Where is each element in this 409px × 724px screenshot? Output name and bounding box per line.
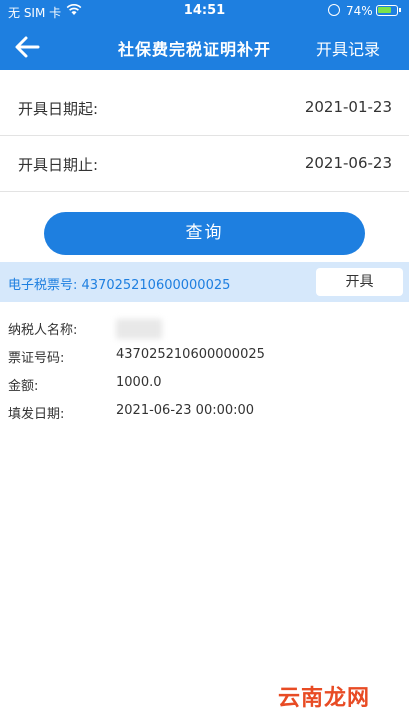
query-button[interactable]: 查询 [44, 212, 365, 255]
end-date-row[interactable]: 开具日期止: 2021-06-23 [0, 136, 409, 192]
end-date-label: 开具日期止: [18, 156, 99, 174]
battery-nub [399, 8, 401, 12]
back-arrow-icon[interactable] [10, 32, 46, 62]
ticket-number-row: 票证号码: 437025210600000025 [0, 342, 409, 368]
taxpayer-label: 纳税人名称: [8, 323, 78, 338]
issue-date-label: 填发日期: [8, 407, 65, 422]
battery-icon [376, 5, 401, 16]
start-date-label: 开具日期起: [18, 100, 99, 118]
ticket-number-label: 票证号码: [8, 351, 65, 366]
ticket-header-bar: 电子税票号: 437025210600000025 开具 [0, 262, 409, 302]
amount-value: 1000.0 [116, 375, 162, 390]
issue-button[interactable]: 开具 [316, 268, 403, 296]
end-date-value[interactable]: 2021-06-23 [305, 154, 392, 172]
issue-date-row: 填发日期: 2021-06-23 00:00:00 [0, 398, 409, 424]
ticket-number-value: 437025210600000025 [116, 347, 265, 362]
taxpayer-value-redacted [116, 319, 162, 339]
watermark: 云南龙网 [278, 686, 371, 711]
orientation-lock-icon [328, 4, 340, 16]
issue-records-link[interactable]: 开具记录 [316, 36, 380, 60]
nav-bar: 社保费完税证明补开 开具记录 [0, 24, 409, 70]
page-title: 社保费完税证明补开 [118, 40, 272, 59]
issue-date-value: 2021-06-23 00:00:00 [116, 403, 255, 418]
start-date-value[interactable]: 2021-01-23 [305, 98, 392, 116]
status-bar: 无 SIM 卡 14:51 74% [0, 0, 409, 24]
amount-row: 金额: 1000.0 [0, 370, 409, 396]
battery-fill [378, 7, 391, 13]
e-tax-ticket-number: 电子税票号: 437025210600000025 [8, 278, 231, 293]
start-date-row[interactable]: 开具日期起: 2021-01-23 [0, 80, 409, 136]
taxpayer-row: 纳税人名称: [0, 314, 409, 340]
amount-label: 金额: [8, 379, 39, 394]
top-bar: 无 SIM 卡 14:51 74% 社保费完税证明补开 开具记录 [0, 0, 409, 70]
redaction-blur [116, 319, 162, 339]
battery-percent: 74% [346, 4, 373, 18]
